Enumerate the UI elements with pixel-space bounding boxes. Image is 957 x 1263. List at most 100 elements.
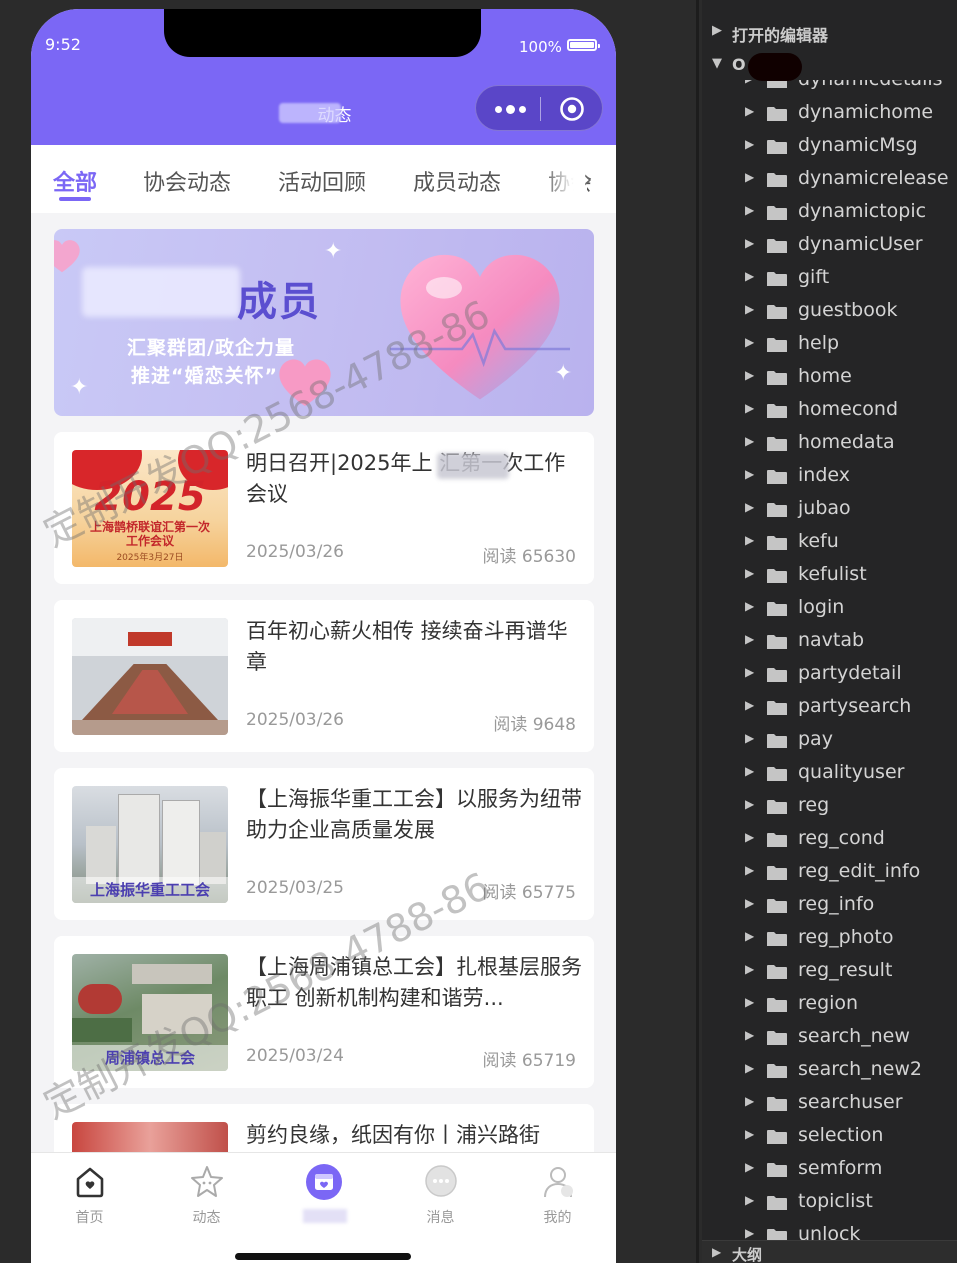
banner-line-2: 推进“婚恋关怀”: [131, 365, 278, 387]
folder-item[interactable]: ▶ home: [702, 361, 957, 394]
folder-item[interactable]: ▶ homedata: [702, 427, 957, 460]
folder-item[interactable]: ▶ selection: [702, 1120, 957, 1153]
folder-name: searchuser: [798, 1091, 903, 1113]
folder-icon: [767, 800, 787, 814]
article-date: 2025/03/24: [246, 1046, 344, 1066]
chevron-right-icon: ▶: [745, 962, 755, 976]
tab-center[interactable]: [265, 1153, 382, 1243]
folder-item[interactable]: ▶ dynamicMsg: [702, 130, 957, 163]
article-card[interactable]: 周浦镇总工会 【上海周浦镇总工会】扎根基层服务职工 创新机制构建和谐劳... 2…: [54, 936, 594, 1088]
folder-item[interactable]: ▶ guestbook: [702, 295, 957, 328]
tab-all[interactable]: 全部: [53, 165, 97, 197]
tab-member-news[interactable]: 成员动态: [413, 165, 501, 197]
folder-item[interactable]: ▶ region: [702, 988, 957, 1021]
chevron-right-icon: ▶: [712, 23, 722, 38]
panel-divider[interactable]: [696, 0, 699, 1263]
chevron-right-icon: ▶: [745, 764, 755, 778]
outline-section[interactable]: ▶ 大纲: [702, 1240, 957, 1263]
tab-messages[interactable]: 消息: [382, 1153, 499, 1243]
folder-item[interactable]: ▶ reg_cond: [702, 823, 957, 856]
battery-percent: 100%: [519, 38, 562, 56]
folder-item[interactable]: ▶ searchuser: [702, 1087, 957, 1120]
close-target-icon[interactable]: [559, 96, 585, 122]
article-date: 2025/03/26: [246, 710, 344, 730]
folder-item[interactable]: ▶ dynamicrelease: [702, 163, 957, 196]
article-read-count: 阅读 65719: [482, 1051, 576, 1071]
sparkle-icon: ✦: [554, 361, 573, 386]
folder-icon: [767, 503, 787, 517]
small-heart-icon: [279, 359, 331, 407]
folder-name: search_new2: [798, 1058, 922, 1080]
folder-item[interactable]: ▶ index: [702, 460, 957, 493]
folder-item[interactable]: ▶ dynamichome: [702, 97, 957, 130]
tabs-scroll-arrow-icon[interactable]: ›: [583, 165, 593, 193]
star-icon: [191, 1166, 223, 1197]
folder-item[interactable]: ▶ help: [702, 328, 957, 361]
home-icon: [76, 1167, 104, 1198]
folder-item[interactable]: ▶ semform: [702, 1153, 957, 1186]
folder-item[interactable]: ▶ reg_edit_info: [702, 856, 957, 889]
chevron-right-icon: ▶: [745, 203, 755, 217]
folder-name: homedata: [798, 431, 895, 453]
folder-item[interactable]: ▶ reg: [702, 790, 957, 823]
more-icon[interactable]: [488, 100, 532, 118]
folder-icon: [767, 1064, 787, 1078]
chevron-right-icon: ▶: [745, 500, 755, 514]
redacted-banner-text: [82, 267, 240, 317]
folder-item[interactable]: ▶ kefu: [702, 526, 957, 559]
open-editors-label: 打开的编辑器: [732, 26, 829, 45]
tab-home-label: 首页: [75, 1210, 104, 1226]
folder-item[interactable]: ▶ navtab: [702, 625, 957, 658]
folder-name: homecond: [798, 398, 899, 420]
folder-item[interactable]: ▶ pay: [702, 724, 957, 757]
folder-icon: [767, 371, 787, 385]
folder-name: reg_info: [798, 893, 875, 915]
folder-item[interactable]: ▶ search_new2: [702, 1054, 957, 1087]
folder-item[interactable]: ▶ search_new: [702, 1021, 957, 1054]
tab-profile[interactable]: 我的: [499, 1153, 616, 1243]
article-thumbnail: 上海振华重工工会: [72, 786, 228, 903]
folder-icon: [767, 107, 787, 121]
promo-banner[interactable]: 成员 汇聚群团/政企力量 推进“婚恋关怀” ✦ ✦ ✦: [54, 229, 594, 416]
folder-item[interactable]: ▶ reg_result: [702, 955, 957, 988]
folder-name: dynamicMsg: [798, 134, 918, 156]
tab-activity-review[interactable]: 活动回顾: [278, 165, 366, 197]
folder-name: selection: [798, 1124, 884, 1146]
chevron-right-icon: ▶: [745, 335, 755, 349]
folder-item[interactable]: ▶ jubao: [702, 493, 957, 526]
folder-item[interactable]: ▶ kefulist: [702, 559, 957, 592]
article-thumbnail: 周浦镇总工会: [72, 954, 228, 1071]
project-root-section[interactable]: ▼ O: [702, 51, 957, 81]
chevron-right-icon: ▶: [745, 236, 755, 250]
folder-item[interactable]: ▶ partysearch: [702, 691, 957, 724]
tab-association-news[interactable]: 协会动态: [143, 165, 231, 197]
folder-item[interactable]: ▶ login: [702, 592, 957, 625]
folder-item[interactable]: ▶ topiclist: [702, 1186, 957, 1219]
folder-icon: [767, 1031, 787, 1045]
folder-item[interactable]: ▶ partydetail: [702, 658, 957, 691]
open-editors-section[interactable]: ▶ 打开的编辑器: [702, 18, 957, 48]
folder-icon: [767, 635, 787, 649]
article-card[interactable]: 2025 上海鹊桥联谊汇第一次工作会议 2025年3月27日 明日召开|2025…: [54, 432, 594, 584]
folder-item[interactable]: ▶ reg_photo: [702, 922, 957, 955]
folder-name: help: [798, 332, 840, 354]
tab-dynamic[interactable]: 动态: [148, 1153, 265, 1243]
folder-item[interactable]: ▶ qualityuser: [702, 757, 957, 790]
folder-icon: [767, 239, 787, 253]
chevron-right-icon: ▶: [745, 896, 755, 910]
article-card[interactable]: 百年初心薪火相传 接续奋斗再谱华章 2025/03/26 阅读 9648: [54, 600, 594, 752]
folder-name: dynamichome: [798, 101, 934, 123]
tab-home[interactable]: 首页: [31, 1153, 148, 1243]
chevron-right-icon: ▶: [745, 434, 755, 448]
folder-icon: [767, 734, 787, 748]
article-card[interactable]: 上海振华重工工会 【上海振华重工工会】以服务为纽带助力企业高质量发展 2025/…: [54, 768, 594, 920]
calendar-heart-icon: [306, 1164, 342, 1200]
folder-item[interactable]: ▶ gift: [702, 262, 957, 295]
folder-item[interactable]: ▶ dynamictopic: [702, 196, 957, 229]
sparkle-icon: ✦: [70, 375, 89, 400]
folder-item[interactable]: ▶ reg_info: [702, 889, 957, 922]
folder-item[interactable]: ▶ homecond: [702, 394, 957, 427]
folder-item[interactable]: ▶ dynamicUser: [702, 229, 957, 262]
folder-icon: [767, 1196, 787, 1210]
chevron-right-icon: ▶: [745, 1028, 755, 1042]
